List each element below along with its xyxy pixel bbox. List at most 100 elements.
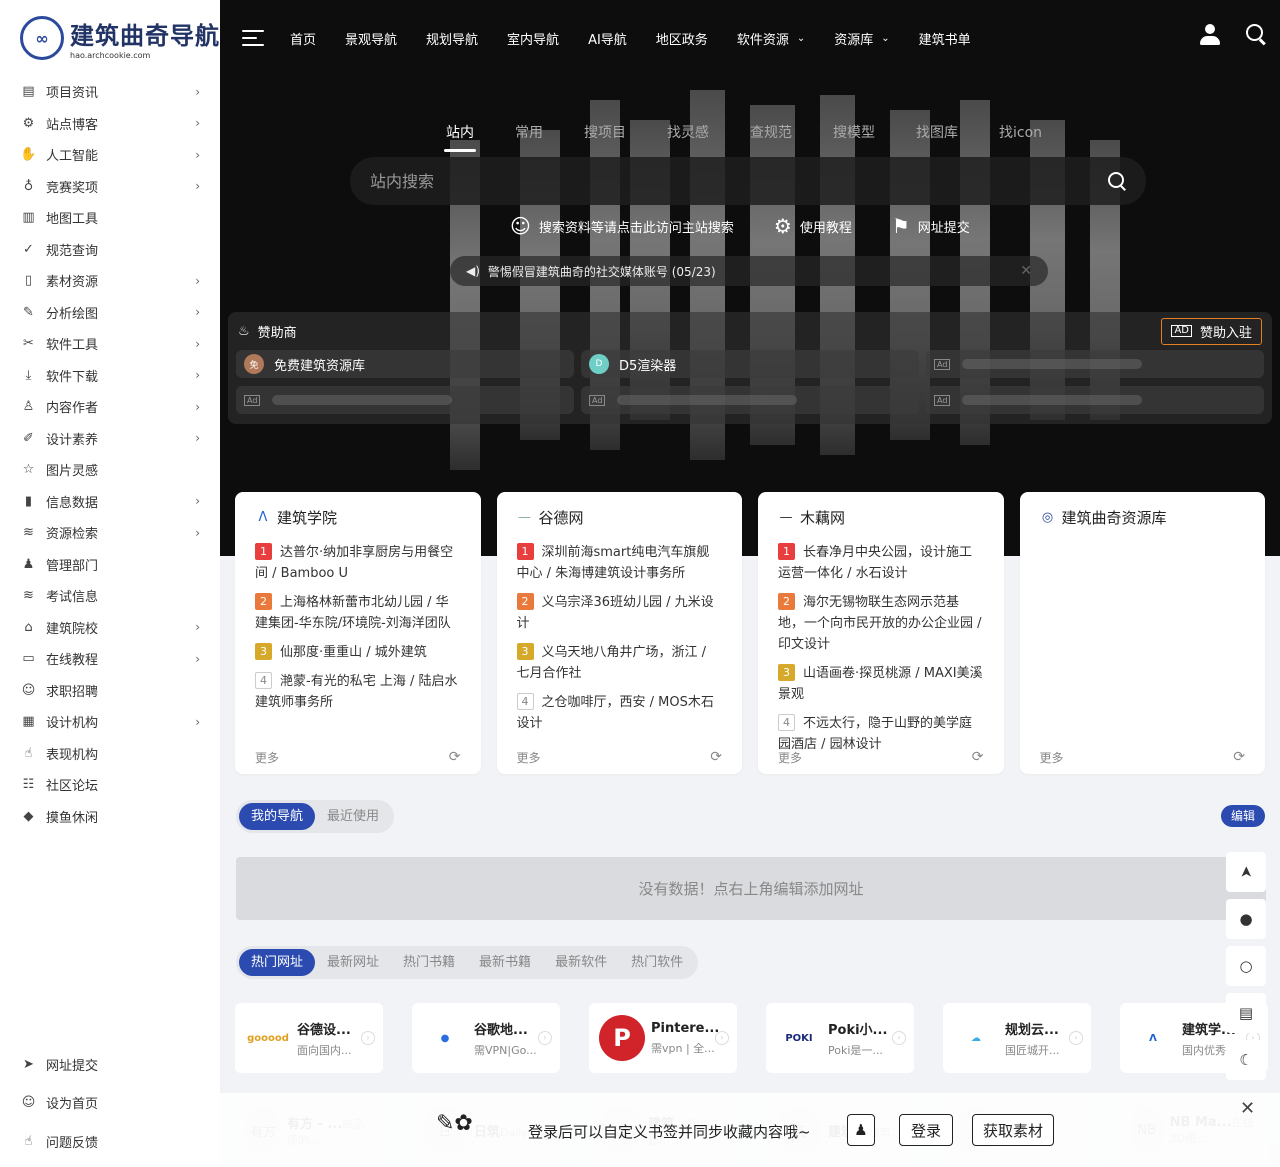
arrow-right-icon[interactable]: › xyxy=(715,1031,729,1045)
nav-item-6[interactable]: 地区政务 xyxy=(656,29,708,48)
hot-sites-tab-4[interactable]: 最新书籍 xyxy=(467,949,543,976)
sponsor-slot-1[interactable]: 免免费建筑资源库 xyxy=(236,350,574,378)
sidebar-item-17[interactable]: ≋ 考试信息 xyxy=(0,580,220,612)
menu-toggle-icon[interactable] xyxy=(242,30,264,46)
card-list-item[interactable]: 4 之仓咖啡厅，西安 / MOS木石设计 xyxy=(516,692,723,734)
card-header[interactable]: ◎ 建筑曲奇资源库 xyxy=(1040,506,1246,528)
sidebar-item-8[interactable]: ✎ 分析绘图 › xyxy=(0,297,220,329)
site-card[interactable]: gooood 谷德设... 面向国内... › xyxy=(235,1003,383,1073)
search-submit-icon[interactable] xyxy=(1108,172,1126,190)
hero-link-3[interactable]: ⚑ 网址提交 xyxy=(892,214,970,238)
cookie-icon[interactable]: ● xyxy=(1226,899,1266,939)
card-header[interactable]: — 木藕网 xyxy=(778,506,984,528)
site-card[interactable]: ☁ 规划云... 国匠城开... › xyxy=(943,1003,1091,1073)
site-card[interactable]: POKI Poki小... Poki是一... › xyxy=(766,1003,914,1073)
sponsor-slot-3[interactable]: Ad xyxy=(926,350,1264,378)
hot-sites-tab-6[interactable]: 热门软件 xyxy=(619,949,695,976)
search-input[interactable] xyxy=(370,171,1108,191)
card-list-item[interactable]: 4 不远太行，隐于山野的美学庭园酒店 / 园林设计 xyxy=(778,713,984,750)
card-header[interactable]: Λ 建筑学院 xyxy=(255,506,461,528)
card-list-item[interactable]: 3 义乌天地八角井广场，浙江 / 七月合作社 xyxy=(516,642,723,684)
search-tab-8[interactable]: 找icon xyxy=(999,122,1042,152)
site-card[interactable]: P Pintere... 需vpn | 全... › xyxy=(589,1003,737,1073)
card-list-item[interactable]: 3 山语画卷·探觅桃源 / MAXI美溪景观 xyxy=(778,663,984,705)
sidebar-item-18[interactable]: ⌂ 建筑院校 › xyxy=(0,612,220,644)
arrow-right-icon[interactable]: › xyxy=(1069,1031,1083,1045)
sidebar-item-15[interactable]: ≋ 资源检索 › xyxy=(0,517,220,549)
search-tab-2[interactable]: 常用 xyxy=(515,122,543,152)
sidebar-item-14[interactable]: ▮ 信息数据 › xyxy=(0,486,220,518)
arrow-right-icon[interactable]: › xyxy=(361,1031,375,1045)
login-button[interactable]: 登录 xyxy=(899,1114,953,1146)
sidebar-item-4[interactable]: ♁ 竞赛奖项 › xyxy=(0,171,220,203)
card-list-item[interactable]: 2 海尔无锡物联生态网示范基地，一个向市民开放的办公企业园 / 印文设计 xyxy=(778,592,984,655)
card-list-item[interactable]: 3 仙那度·重重山 / 城外建筑 xyxy=(255,642,461,663)
sidebar-item-20[interactable]: ☺ 求职招聘 xyxy=(0,675,220,707)
sidebar-bottom-item-3[interactable]: ☝ 问题反馈 xyxy=(0,1122,220,1161)
hero-link-1[interactable]: ☺ 搜索资料等请点击此访问主站搜索 xyxy=(510,214,734,238)
qq-login-button[interactable]: ♟ xyxy=(847,1114,875,1146)
sidebar-item-16[interactable]: ♟ 管理部门 xyxy=(0,549,220,581)
card-list-item[interactable]: 2 义乌宗泽36班幼儿园 / 九米设计 xyxy=(516,592,723,634)
search-icon[interactable] xyxy=(1246,24,1266,44)
moon-icon[interactable]: ☾ xyxy=(1226,1040,1266,1080)
nav-item-2[interactable]: 景观导航 xyxy=(345,29,397,48)
notice-close-icon[interactable]: ✕ xyxy=(1020,263,1032,279)
card-more-link[interactable]: 更多 xyxy=(778,749,802,766)
hot-sites-tab-3[interactable]: 热门书籍 xyxy=(391,949,467,976)
sidebar-bottom-item-1[interactable]: ➤ 网址提交 xyxy=(0,1045,220,1084)
login-bar-close-icon[interactable]: ✕ xyxy=(1240,1098,1255,1119)
sidebar-item-13[interactable]: ☆ 图片灵感 xyxy=(0,454,220,486)
sidebar-item-1[interactable]: ▤ 项目资讯 › xyxy=(0,76,220,108)
sponsor-slot-2[interactable]: D D5渲染器 xyxy=(581,350,919,378)
hero-link-2[interactable]: ⚙ 使用教程 xyxy=(774,214,852,238)
sidebar-item-9[interactable]: ✂ 软件工具 › xyxy=(0,328,220,360)
refresh-icon[interactable]: ⟳ xyxy=(1233,749,1245,766)
card-list-item[interactable]: 1 深圳前海smart纯电汽车旗舰中心 / 朱海博建筑设计事务所 xyxy=(516,542,723,584)
notice-bar[interactable]: ◀) 警惕假冒建筑曲奇的社交媒体账号 (05/23) ✕ xyxy=(450,256,1048,286)
calendar-icon[interactable]: ▤ xyxy=(1226,993,1266,1033)
sidebar-item-7[interactable]: ▯ 素材资源 › xyxy=(0,265,220,297)
sponsor-slot-5[interactable]: Ad xyxy=(581,386,919,414)
arrow-right-icon[interactable]: › xyxy=(892,1031,906,1045)
search-tab-4[interactable]: 找灵感 xyxy=(667,122,709,152)
card-list-item[interactable]: 2 上海格林新蕾市北幼儿园 / 华建集团-华东院/环境院-刘海洋团队 xyxy=(255,592,461,634)
card-more-link[interactable]: 更多 xyxy=(517,749,541,766)
sponsor-join-button[interactable]: AD 赞助入驻 xyxy=(1161,317,1262,345)
sidebar-item-10[interactable]: ⤓ 软件下载 › xyxy=(0,360,220,392)
nav-item-3[interactable]: 规划导航 xyxy=(426,29,478,48)
card-more-link[interactable]: 更多 xyxy=(255,749,279,766)
arrow-up-icon[interactable]: ➤ xyxy=(1226,852,1266,892)
site-card[interactable]: ● 谷歌地... 需VPN|Go... › xyxy=(412,1003,560,1073)
card-list-item[interactable]: 1 达普尔·纳加非享厨房与用餐空间 / Bamboo U xyxy=(255,542,461,584)
sidebar-item-22[interactable]: ☝ 表现机构 xyxy=(0,738,220,770)
hot-sites-tab-2[interactable]: 最新网址 xyxy=(315,949,391,976)
nav-item-8[interactable]: 资源库 ⌄ xyxy=(834,29,889,48)
sidebar-item-19[interactable]: ▭ 在线教程 › xyxy=(0,643,220,675)
sidebar-bottom-item-2[interactable]: ☺ 设为首页 xyxy=(0,1084,220,1123)
nav-item-4[interactable]: 室内导航 xyxy=(507,29,559,48)
search-tab-7[interactable]: 找图库 xyxy=(916,122,958,152)
user-icon[interactable] xyxy=(1200,24,1220,46)
sponsor-slot-6[interactable]: Ad xyxy=(926,386,1264,414)
refresh-icon[interactable]: ⟳ xyxy=(449,749,461,766)
sponsor-slot-4[interactable]: Ad xyxy=(236,386,574,414)
nav-item-7[interactable]: 软件资源 ⌄ xyxy=(737,29,805,48)
search-icon[interactable]: ○ xyxy=(1226,946,1266,986)
card-list-item[interactable]: 1 长春净月中央公园，设计施工运营一体化 / 水石设计 xyxy=(778,542,984,584)
sidebar-item-11[interactable]: ♙ 内容作者 › xyxy=(0,391,220,423)
arrow-right-icon[interactable]: › xyxy=(538,1031,552,1045)
card-header[interactable]: — 谷德网 xyxy=(517,506,723,528)
sidebar-item-24[interactable]: ◆ 摸鱼休闲 xyxy=(0,801,220,833)
refresh-icon[interactable]: ⟳ xyxy=(710,749,722,766)
sidebar-item-23[interactable]: ☷ 社区论坛 xyxy=(0,769,220,801)
search-tab-1[interactable]: 站内 xyxy=(444,122,476,152)
sidebar-item-21[interactable]: ▦ 设计机构 › xyxy=(0,706,220,738)
card-more-link[interactable]: 更多 xyxy=(1040,749,1064,766)
search-tab-5[interactable]: 查规范 xyxy=(750,122,792,152)
site-logo[interactable]: ∞ 建筑曲奇导航 hao.archcookie.com xyxy=(0,0,220,76)
sidebar-item-3[interactable]: ✋ 人工智能 › xyxy=(0,139,220,171)
my-nav-tab-2[interactable]: 最近使用 xyxy=(315,803,391,830)
my-nav-tab-1[interactable]: 我的导航 xyxy=(239,803,316,830)
search-tab-3[interactable]: 搜项目 xyxy=(584,122,626,152)
